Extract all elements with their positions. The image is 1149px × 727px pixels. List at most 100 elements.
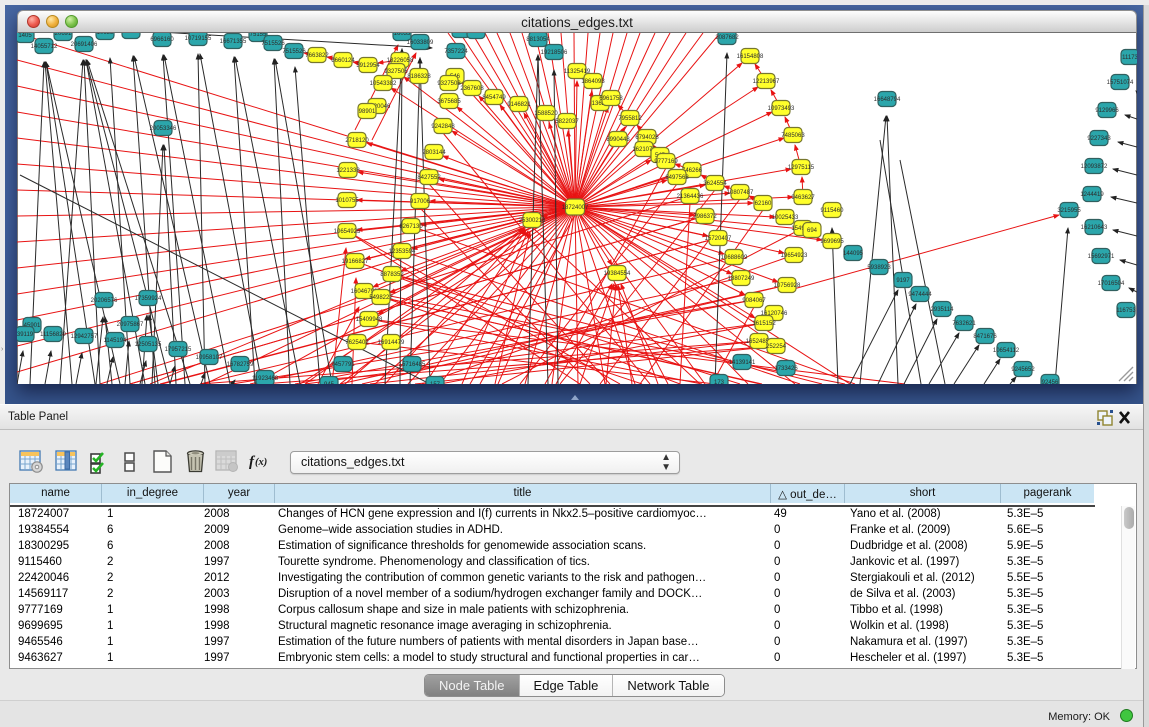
svg-text:98901: 98901 <box>359 109 376 115</box>
svg-text:17359924: 17359924 <box>135 296 162 302</box>
svg-text:1615152: 1615152 <box>752 321 776 327</box>
svg-text:10719155: 10719155 <box>185 36 212 42</box>
svg-text:1010755: 1010755 <box>335 198 359 204</box>
svg-text:12505135: 12505135 <box>135 342 162 348</box>
svg-text:1864093: 1864093 <box>581 79 605 85</box>
svg-text:15692971: 15692971 <box>1088 254 1115 260</box>
svg-text:173: 173 <box>714 380 725 384</box>
svg-text:1221338: 1221338 <box>336 168 360 174</box>
svg-text:3215955: 3215955 <box>1057 208 1081 214</box>
svg-text:9245652: 9245652 <box>1011 367 1035 373</box>
svg-text:10958107: 10958107 <box>196 355 223 361</box>
svg-text:17016504: 17016504 <box>1098 281 1125 287</box>
svg-text:1733426: 1733426 <box>774 366 798 372</box>
svg-text:9327506: 9327506 <box>384 69 408 75</box>
svg-text:25300213: 25300213 <box>519 218 546 224</box>
svg-text:9457791: 9457791 <box>331 362 355 368</box>
svg-text:8427552: 8427552 <box>417 175 441 181</box>
svg-text:252254: 252254 <box>766 344 787 350</box>
svg-text:1244419: 1244419 <box>1080 192 1104 198</box>
svg-text:16914479: 16914479 <box>378 340 405 346</box>
svg-text:7515526: 7515526 <box>282 49 306 55</box>
svg-text:6497568: 6497568 <box>665 175 689 181</box>
svg-text:16671355: 16671355 <box>220 39 247 45</box>
svg-text:3675685: 3675685 <box>437 99 461 105</box>
svg-text:8660124: 8660124 <box>331 58 355 64</box>
svg-text:9227343: 9227343 <box>1087 136 1111 142</box>
svg-text:7485063: 7485063 <box>781 133 805 139</box>
svg-text:10654925: 10654925 <box>334 229 361 235</box>
svg-text:12353594: 12353594 <box>389 249 416 255</box>
svg-text:10807487: 10807487 <box>727 190 754 196</box>
svg-text:9242848: 9242848 <box>431 124 455 130</box>
svg-text:19218506: 19218506 <box>541 50 568 56</box>
svg-text:10543382: 10543382 <box>370 81 397 87</box>
svg-text:9463627: 9463627 <box>791 195 815 201</box>
svg-text:8990448: 8990448 <box>606 137 630 143</box>
svg-text:39119: 39119 <box>17 332 34 338</box>
svg-text:19384554: 19384554 <box>604 271 631 277</box>
svg-text:14055712: 14055712 <box>31 44 58 50</box>
svg-text:1405: 1405 <box>18 33 32 39</box>
svg-text:6794028: 6794028 <box>635 135 659 141</box>
svg-text:694: 694 <box>807 228 818 234</box>
svg-text:10654112: 10654112 <box>993 348 1020 354</box>
svg-text:21364436: 21364436 <box>677 194 704 200</box>
svg-text:11923468: 11923468 <box>252 376 279 382</box>
svg-text:16033: 16033 <box>394 33 411 37</box>
svg-text:62160: 62160 <box>755 201 772 207</box>
svg-text:7357224: 7357224 <box>444 49 468 55</box>
svg-text:19654923: 19654923 <box>781 253 808 259</box>
svg-text:1145194: 1145194 <box>104 338 128 344</box>
svg-text:2367608: 2367608 <box>460 86 484 92</box>
svg-text:12975115: 12975115 <box>788 165 815 171</box>
svg-text:2935114: 2935114 <box>931 307 955 313</box>
svg-text:16648794: 16648794 <box>874 97 901 103</box>
svg-text:144095: 144095 <box>843 251 864 257</box>
svg-text:8471676: 8471676 <box>973 334 997 340</box>
svg-text:9146821: 9146821 <box>507 102 531 108</box>
svg-text:7986372: 7986372 <box>693 214 717 220</box>
svg-text:3624554: 3624554 <box>703 181 727 187</box>
svg-text:5822037: 5822037 <box>555 119 579 125</box>
svg-text:10688609: 10688609 <box>721 255 748 261</box>
svg-text:9777169: 9777169 <box>654 159 678 165</box>
svg-text:7955812: 7955812 <box>618 116 642 122</box>
svg-text:16033809: 16033809 <box>407 40 434 46</box>
svg-text:11156829: 11156829 <box>40 332 66 338</box>
svg-text:12213967: 12213967 <box>753 79 780 85</box>
svg-text:15720407: 15720407 <box>705 236 732 242</box>
svg-text:1588520: 1588520 <box>534 111 558 117</box>
svg-text:8267130: 8267130 <box>399 224 423 230</box>
svg-text:10653: 10653 <box>97 33 114 36</box>
svg-text:2718120: 2718120 <box>345 138 369 144</box>
svg-text:116753: 116753 <box>1116 308 1136 314</box>
svg-text:14139141: 14139141 <box>729 360 756 366</box>
svg-text:8186328: 8186328 <box>407 74 431 80</box>
svg-text:20691406: 20691406 <box>71 42 98 48</box>
svg-text:18724007: 18724007 <box>562 205 589 211</box>
svg-text:10973493: 10973493 <box>768 106 795 112</box>
svg-text:17957215: 17957215 <box>165 347 192 353</box>
svg-text:(x): (x) <box>255 457 267 468</box>
svg-text:7625402: 7625402 <box>345 340 369 346</box>
svg-text:9699695: 9699695 <box>820 239 844 245</box>
svg-text:6966160: 6966160 <box>150 37 174 43</box>
svg-text:5938923: 5938923 <box>867 265 891 271</box>
svg-text:15751074: 15751074 <box>1107 80 1134 86</box>
svg-text:7632621: 7632621 <box>952 321 976 327</box>
svg-text:7663822: 7663822 <box>305 53 329 59</box>
svg-text:15716485: 15716485 <box>399 362 426 368</box>
svg-text:9474444: 9474444 <box>908 292 932 298</box>
svg-text:16782759: 16782759 <box>227 362 254 368</box>
svg-text:8454749: 8454749 <box>482 95 506 101</box>
svg-text:2087682: 2087682 <box>715 35 739 41</box>
svg-text:8813054: 8813054 <box>526 37 550 43</box>
svg-text:20206576: 20206576 <box>91 298 118 304</box>
svg-text:12093872: 12093872 <box>1081 164 1108 170</box>
svg-text:12942757: 12942757 <box>71 334 98 340</box>
svg-text:16210643: 16210643 <box>1081 225 1108 231</box>
svg-text:9115460: 9115460 <box>821 208 845 214</box>
svg-text:16154808: 16154808 <box>737 54 764 60</box>
svg-text:20691: 20691 <box>55 33 72 37</box>
